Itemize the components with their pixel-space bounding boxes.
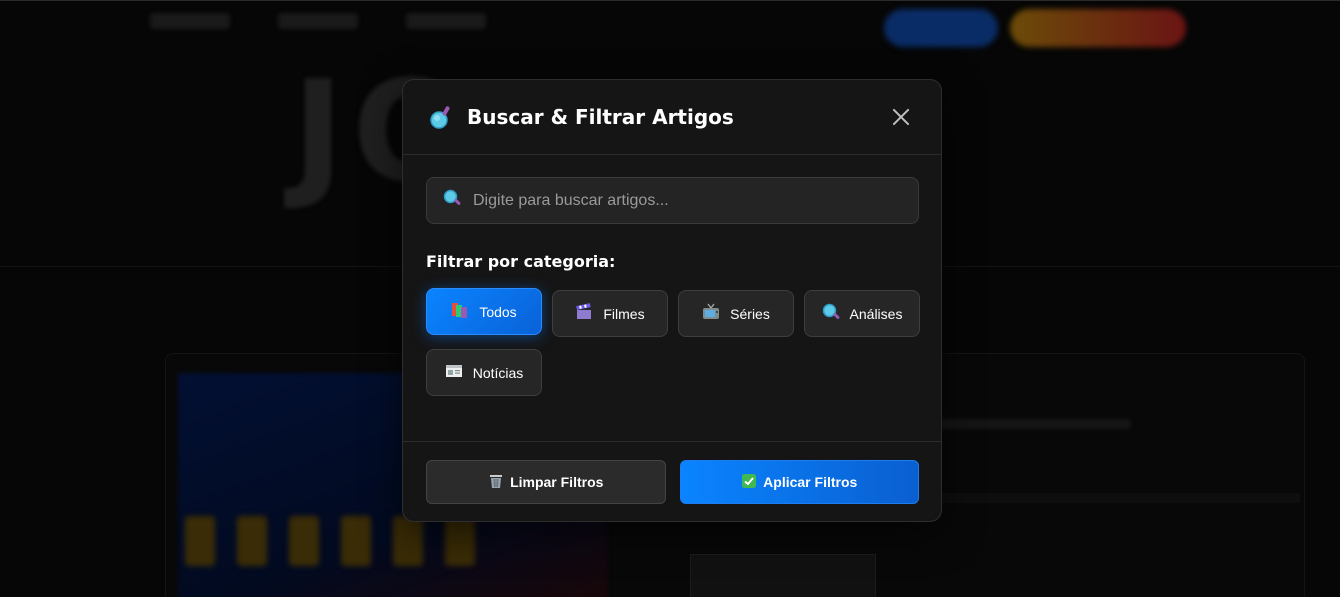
background-button — [884, 9, 998, 47]
background-nav — [150, 13, 486, 29]
category-filters: Todos Filmes Séries Análises Notícias — [426, 288, 922, 396]
category-label: Notícias — [472, 364, 524, 381]
modal-title: Buscar & Filtrar Artigos — [467, 105, 734, 129]
category-news-button[interactable]: Notícias — [426, 349, 542, 396]
background-thumbnail — [690, 554, 876, 597]
category-label: Todos — [479, 303, 517, 320]
background-figures — [185, 516, 475, 566]
category-label: Análises — [849, 305, 903, 322]
category-series-button[interactable]: Séries — [678, 290, 794, 337]
tv-icon — [702, 303, 720, 324]
check-mark-icon — [741, 473, 757, 492]
category-label: Filmes — [603, 305, 645, 322]
clapperboard-icon — [575, 303, 593, 324]
search-icon — [443, 189, 461, 212]
background-text — [940, 419, 1130, 429]
background-button — [1010, 9, 1186, 47]
search-filter-modal: Buscar & Filtrar Artigos Filtrar por cat… — [402, 79, 942, 522]
filter-label: Filtrar por categoria: — [426, 252, 616, 271]
apply-filters-label: Aplicar Filtros — [763, 474, 858, 490]
clear-filters-button[interactable]: Limpar Filtros — [426, 460, 666, 504]
category-all-button[interactable]: Todos — [426, 288, 542, 335]
magnifier-icon — [427, 103, 455, 131]
modal-body: Filtrar por categoria: Todos — [403, 155, 941, 442]
search-field[interactable] — [426, 177, 919, 224]
background-bar — [940, 493, 1300, 503]
category-reviews-button[interactable]: Análises — [804, 290, 920, 337]
modal-footer: Limpar Filtros Aplicar Filtros — [403, 442, 941, 504]
apply-filters-button[interactable]: Aplicar Filtros — [679, 460, 919, 504]
close-icon[interactable] — [891, 107, 911, 127]
magnifier-icon — [822, 303, 840, 324]
modal-header: Buscar & Filtrar Artigos — [403, 80, 941, 155]
clear-filters-label: Limpar Filtros — [510, 474, 604, 490]
category-label: Séries — [730, 305, 770, 322]
books-icon — [451, 301, 469, 322]
search-input[interactable] — [473, 191, 893, 210]
newspaper-icon — [445, 362, 463, 383]
category-films-button[interactable]: Filmes — [552, 290, 668, 337]
wastebasket-icon — [488, 473, 504, 492]
